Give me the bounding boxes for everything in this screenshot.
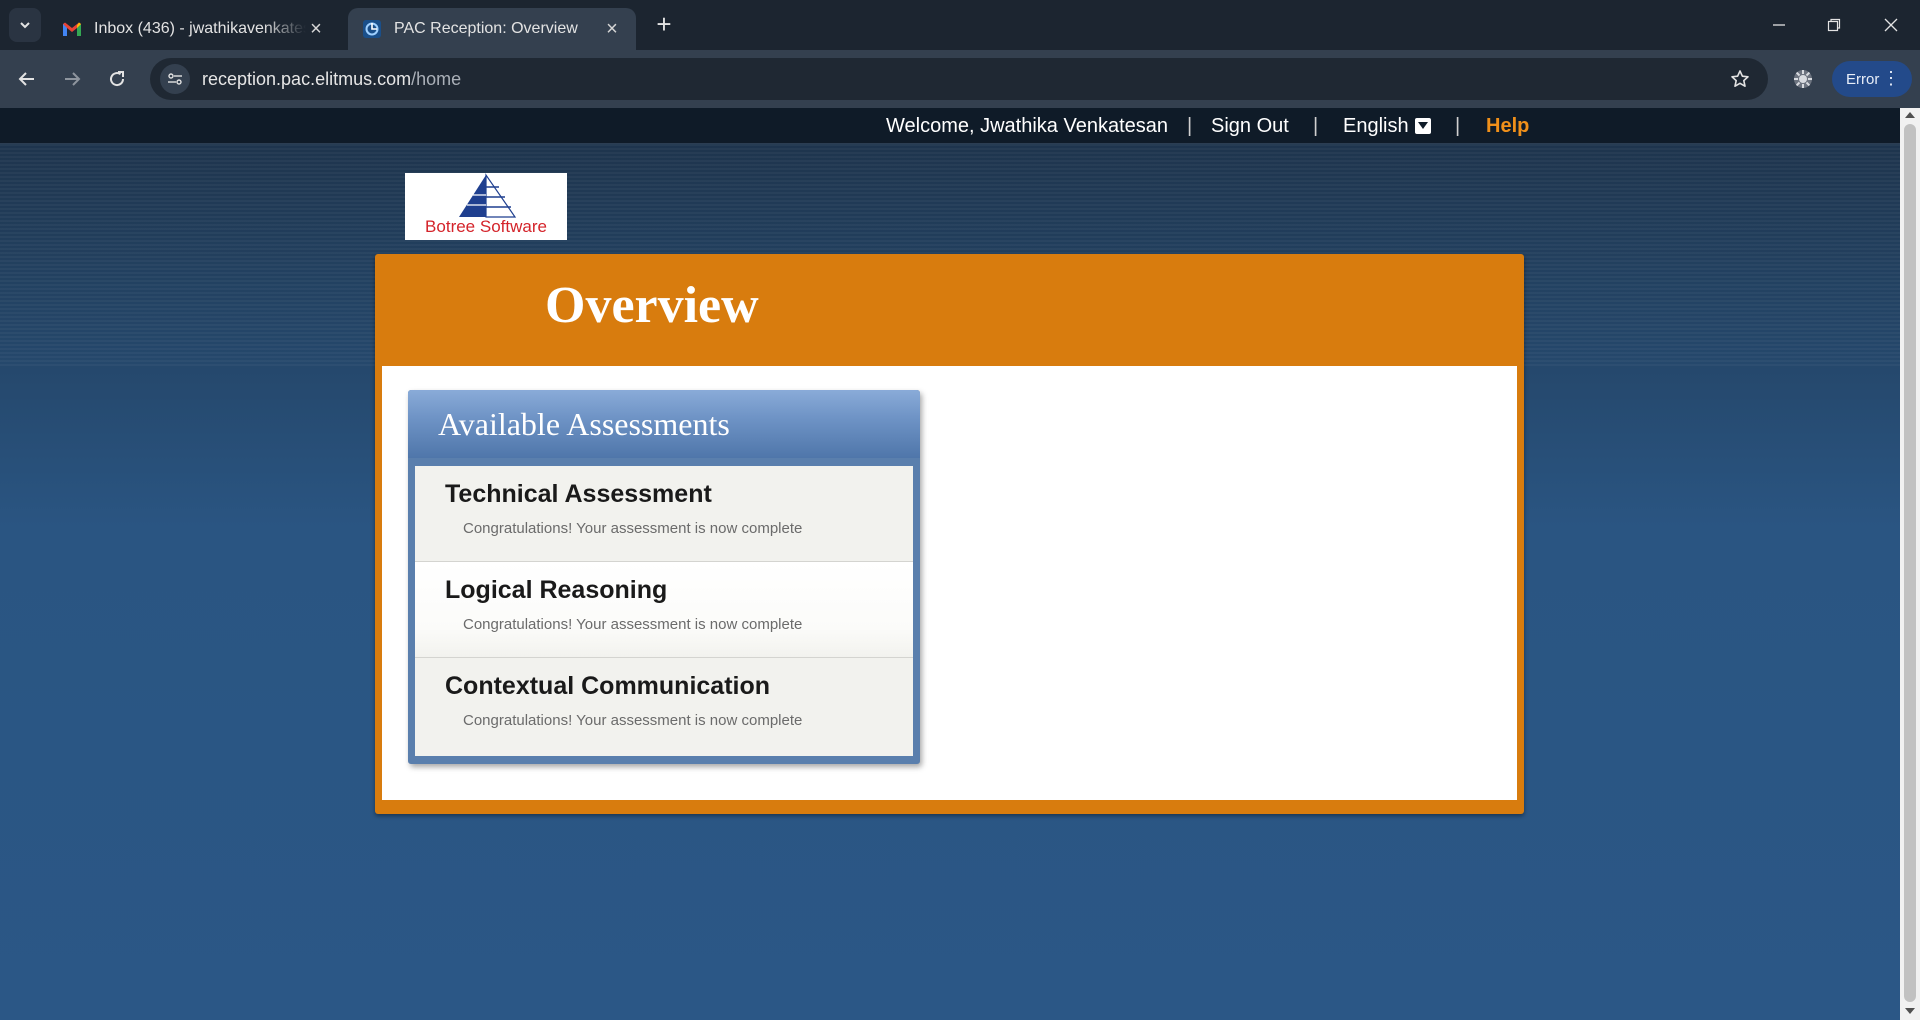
nav-separator: | [1187,115,1193,137]
extension-icon[interactable] [1786,62,1820,96]
assessment-item-technical[interactable]: Technical Assessment Congratulations! Yo… [415,466,913,562]
tab-search-button[interactable] [9,8,41,42]
tab-title: PAC Reception: Overview [394,20,578,37]
language-label: English [1343,115,1409,137]
more-menu-icon[interactable]: ⋮ [1882,69,1900,87]
assessment-name: Logical Reasoning [445,576,668,604]
nav-separator: | [1313,115,1319,137]
available-assessments-box: Available Assessments Technical Assessme… [408,390,920,764]
profile-error-button[interactable]: Error ⋮ [1832,61,1912,97]
sign-out-link[interactable]: Sign Out [1211,115,1289,138]
nav-separator: | [1455,115,1461,137]
tree-logo-icon [459,173,517,218]
new-tab-icon[interactable]: + [650,11,678,39]
tab-gmail[interactable]: Inbox (436) - jwathikavenkatesan@gmail.c… [48,8,340,50]
elitmus-icon [362,19,382,39]
assessment-status: Congratulations! Your assessment is now … [463,616,803,633]
page-viewport: Welcome, Jwathika Venkatesan | Sign Out … [0,108,1900,1020]
close-icon[interactable]: × [602,18,622,40]
welcome-label: Welcome, [886,115,975,137]
close-window-icon[interactable] [1868,8,1914,42]
chevron-down-icon [20,22,30,29]
assessments-header: Available Assessments [408,390,920,458]
scroll-up-icon[interactable] [1905,112,1915,118]
browser-toolbar: reception.pac.elitmus.com/home Error ⋮ [0,50,1920,108]
forward-icon[interactable] [55,62,89,96]
page-title: Overview [545,277,759,334]
site-settings-icon[interactable] [160,64,190,94]
logo-text: Botree Software [425,217,547,236]
help-link[interactable]: Help [1486,115,1529,138]
minimize-icon[interactable] [1756,8,1802,42]
overview-panel: Overview Available Assessments Technical… [375,254,1524,814]
welcome-text: Welcome, Jwathika Venkatesan [886,115,1168,138]
language-select[interactable]: English [1343,115,1431,138]
assessment-item-logical[interactable]: Logical Reasoning Congratulations! Your … [415,562,913,658]
tab-pac-reception[interactable]: PAC Reception: Overview × [348,8,636,50]
url-path: /home [411,68,462,89]
url-text: reception.pac.elitmus.com/home [202,69,461,90]
assessment-name: Technical Assessment [445,480,712,508]
bookmark-star-icon[interactable] [1728,67,1752,91]
page-scrollbar[interactable] [1900,108,1920,1020]
reload-icon[interactable] [100,62,134,96]
url-host: reception.pac.elitmus.com [202,68,412,89]
overview-content: Available Assessments Technical Assessme… [382,366,1517,800]
browser-tab-strip: Inbox (436) - jwathikavenkatesan@gmail.c… [0,0,1920,50]
restore-icon[interactable] [1811,8,1857,42]
profile-error-label: Error [1846,70,1880,88]
back-icon[interactable] [10,62,44,96]
gmail-icon [62,19,82,39]
scrollbar-thumb[interactable] [1904,124,1916,1002]
dropdown-arrow-icon[interactable] [1414,118,1431,134]
address-bar[interactable]: reception.pac.elitmus.com/home [150,58,1768,100]
assessment-status: Congratulations! Your assessment is now … [463,520,803,537]
assessments-list: Technical Assessment Congratulations! Yo… [415,466,913,756]
close-icon[interactable]: × [306,18,326,40]
user-name: Jwathika Venkatesan [980,115,1169,137]
company-logo: Botree Software [405,173,567,240]
assessment-name: Contextual Communication [445,672,771,700]
tab-title: Inbox (436) - jwathikavenkatesan@gmail.c… [94,20,306,37]
assessments-heading: Available Assessments [438,406,730,442]
scroll-down-icon[interactable] [1905,1008,1915,1014]
assessment-status: Congratulations! Your assessment is now … [463,712,803,729]
top-navigation: Welcome, Jwathika Venkatesan | Sign Out … [0,108,1900,144]
assessment-item-communication[interactable]: Contextual Communication Congratulations… [415,658,913,754]
